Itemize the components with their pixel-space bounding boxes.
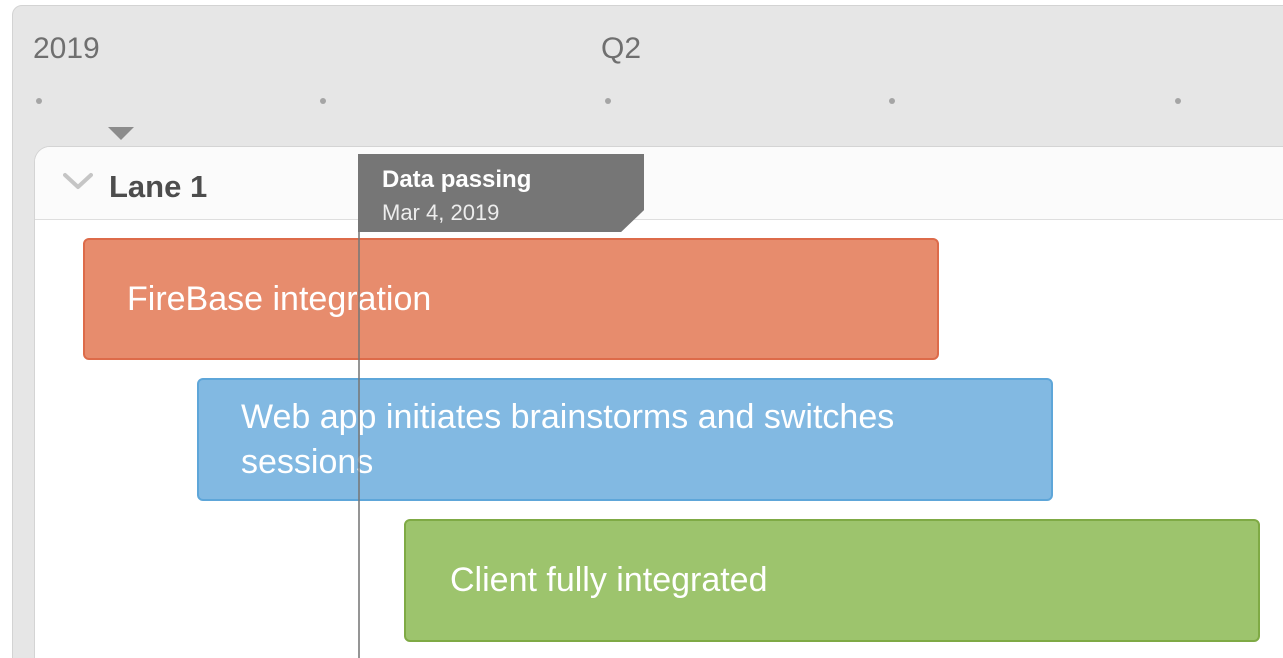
timescale-tick (1175, 98, 1181, 104)
timescale-label-q2: Q2 (601, 32, 642, 65)
lane-header[interactable]: Lane 1 (35, 147, 1283, 220)
bar-label: FireBase integration (127, 279, 432, 318)
milestone-tag[interactable]: Data passing Mar 4, 2019 (358, 154, 644, 232)
timescale-tick (889, 98, 895, 104)
chevron-down-icon[interactable] (63, 172, 93, 190)
timeline-bar-client-integrated[interactable]: Client fully integrated (404, 519, 1260, 642)
today-marker-icon (108, 127, 134, 140)
timeline-viewport: 2019 Q2 Lane 1 FireBase integration Web … (0, 0, 1283, 658)
timeline-bar-firebase-integration[interactable]: FireBase integration (83, 238, 939, 360)
bar-label: Client fully integrated (450, 561, 768, 600)
bar-label: Web app initiates brainstorms and switch… (241, 397, 895, 481)
milestone-date: Mar 4, 2019 (382, 200, 500, 225)
timescale-label-2019: 2019 (33, 32, 100, 65)
timeline-bar-web-app-sessions[interactable]: Web app initiates brainstorms and switch… (197, 378, 1053, 501)
milestone-title: Data passing (382, 166, 532, 193)
timescale-tick (320, 98, 326, 104)
timescale-tick (605, 98, 611, 104)
timescale-tick (36, 98, 42, 104)
lane-title: Lane 1 (109, 169, 208, 204)
